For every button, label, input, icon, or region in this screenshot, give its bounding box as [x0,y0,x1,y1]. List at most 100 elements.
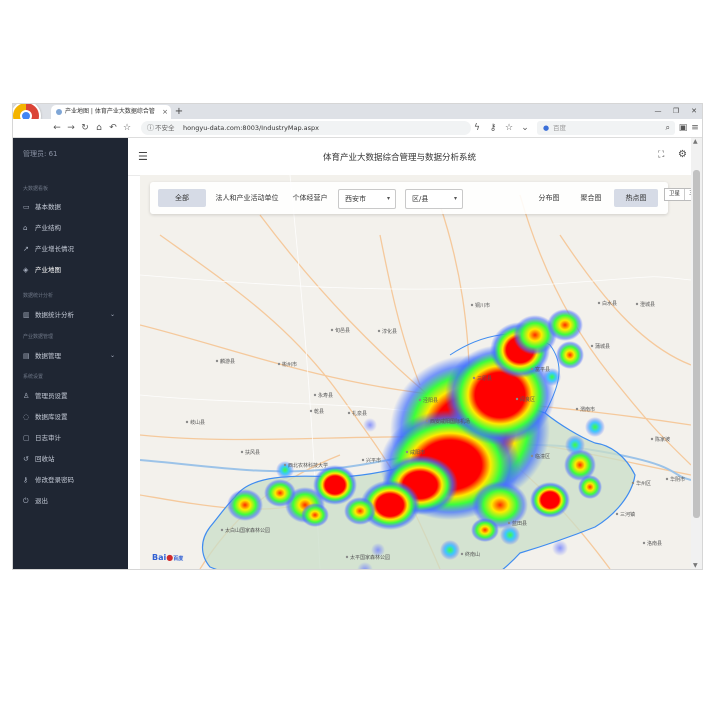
admin-icon: ♙ [23,392,30,400]
chevron-down-icon: ⌄ [110,311,116,318]
sidebar-item-logout[interactable]: ⏻ 退出 [13,492,128,510]
place-marker [277,362,281,366]
sidebar-item-admin-settings[interactable]: ♙ 管理员设置 [13,387,128,405]
map-canvas[interactable]: 铜川市淳化县 旬邑县彬州市永寿县泾阳县 三原县 富平县 蒲城县 白水县 澄城县渭南市 乾县 礼泉… [140,175,691,569]
place-marker [515,397,519,401]
new-tab-button[interactable]: + [173,105,185,118]
place-marker [530,454,534,458]
sidebar-item-label: 修改登录密码 [35,476,74,484]
place-label: 澄城县 [640,301,655,308]
fullscreen-icon[interactable]: ⛶ [658,150,664,160]
address-bar[interactable]: ⓘ 不安全 hongyu-data.com:8003/IndustryMap.a… [141,121,471,135]
place-marker [631,481,635,485]
place-label: 麟游县 [220,358,235,365]
sidebar-item-basic-data[interactable]: ▭ 基本数据 [13,198,128,216]
sidebar-item-industry-growth[interactable]: ↗ 产业增长情况 [13,240,128,258]
section-title: 数据统计分析 [23,293,54,299]
logout-icon: ⏻ [23,497,29,505]
district-select[interactable]: 区/县 ▾ [405,189,463,209]
dropdown-icon[interactable]: ⌄ [519,121,531,135]
place-marker [215,359,219,363]
search-icon[interactable]: ⌕ [666,121,670,135]
hamburger-menu-icon[interactable]: ☰ [138,150,148,163]
sidebar-item-log-audit[interactable]: ▢ 日志审计 [13,429,128,447]
gear-icon[interactable]: ⚙ [678,149,687,160]
place-label: 岐山县 [190,419,205,426]
place-label: 洛南县 [647,540,662,547]
chart-icon: ▥ [23,311,30,319]
info-icon: ⓘ [147,124,154,132]
place-marker [345,555,349,559]
sidebar-item-statistics[interactable]: ▥ 数据统计分析 ⌄ [13,306,128,324]
place-marker [650,437,654,441]
place-marker [665,477,669,481]
sidebar-item-industry-map[interactable]: ◈ 产业地图 [13,261,128,279]
place-marker [472,376,476,380]
lightning-icon[interactable]: ϟ [471,121,483,135]
sidebar-item-change-password[interactable]: ⚷ 修改登录密码 [13,471,128,489]
place-marker [283,463,287,467]
monitor-icon: ▭ [23,203,30,211]
tab-close-icon[interactable]: × [162,105,168,119]
browser-window: 产业地图 | 体育产业大数据综合管 × + — ❐ ✕ ← → ↻ ⌂ ↶ ☆ … [12,103,703,570]
place-label: 华阴市 [670,476,685,483]
extension-icon[interactable]: ▣ [677,121,689,135]
browser-tab[interactable]: 产业地图 | 体育产业大数据综合管 × [51,105,171,119]
3d-button[interactable]: 三维 [684,189,691,200]
satellite-button[interactable]: 卫星 [665,189,684,200]
place-label: 终南山 [465,551,480,558]
key-icon: ⚷ [23,476,29,484]
place-marker [377,329,381,333]
view-cluster-button[interactable]: 聚合图 [572,189,610,207]
sidebar-item-industry-structure[interactable]: ⌂ 产业结构 [13,219,128,237]
place-marker [530,367,534,371]
sidebar: 管理员: 61 大数据看板 ▭ 基本数据 ⌂ 产业结构 ↗ 产业增长情况 ◈ 产… [13,138,128,569]
sidebar-item-db-settings[interactable]: ◌ 数据库设置 [13,408,128,426]
industry-map[interactable]: 铜川市 淳化县 旬邑县 彬州市 永寿县 泾阳县 三原县 富平县 蒲城县 白水县 澄城县 渭南市 乾县 礼泉… [140,175,691,569]
filter-all-button[interactable]: 全部 [158,189,206,207]
scroll-up-icon[interactable]: ▲ [693,138,698,145]
sidebar-item-data-management[interactable]: ▤ 数据管理 ⌄ [13,347,128,365]
url-text: hongyu-data.com:8003/IndustryMap.aspx [183,124,320,132]
close-window-button[interactable]: ✕ [687,105,701,118]
place-marker [425,419,429,423]
place-marker [575,407,579,411]
chevron-down-icon: ▾ [453,195,457,202]
view-distribution-button[interactable]: 分布图 [530,189,568,207]
place-label: 三河镇 [620,511,635,518]
section-title: 系统设置 [23,374,44,380]
star-icon[interactable]: ☆ [503,121,515,135]
chevron-down-icon: ⌄ [110,352,116,359]
view-heatmap-button[interactable]: 热点图 [614,189,658,207]
place-marker [470,303,474,307]
place-label: 铜川市 [475,302,490,309]
back-icon[interactable]: ← [51,121,63,135]
page-title: 体育产业大数据综合管理与数据分析系统 [323,153,477,163]
filter-legal-units-button[interactable]: 法人和产业活动单位 [210,189,284,207]
maximize-button[interactable]: ❐ [669,105,683,118]
scroll-down-icon[interactable]: ▼ [693,562,698,569]
sidebar-item-label: 退出 [35,497,48,505]
place-label: 渭南市 [580,406,595,413]
place-label: 西北农林科技大学 [288,462,328,469]
baidu-icon: ● [543,124,550,132]
sidebar-item-recycle-bin[interactable]: ↺ 回收站 [13,450,128,468]
place-marker [347,411,351,415]
place-label: 蒲城县 [595,343,610,350]
key-icon[interactable]: ⚷ [487,121,499,135]
filter-individual-button[interactable]: 个体经营户 [288,189,332,207]
search-box[interactable]: ● 百度 ⌕ [537,121,675,135]
scrollbar-thumb[interactable] [693,170,700,518]
bookmark-star-icon[interactable]: ☆ [121,121,133,135]
browser-menu-icon[interactable]: ≡ [689,121,701,135]
minimize-button[interactable]: — [651,105,665,118]
city-select[interactable]: 西安市 ▾ [338,189,396,209]
map-icon: ◈ [23,266,29,274]
reload-icon[interactable]: ↻ [79,121,91,135]
forward-icon[interactable]: → [65,121,77,135]
undo-icon[interactable]: ↶ [107,121,119,135]
home-icon[interactable]: ⌂ [93,121,105,135]
page-scrollbar[interactable]: ▲ ▼ [691,138,702,569]
place-marker [590,344,594,348]
chevron-down-icon: ▾ [386,195,390,202]
